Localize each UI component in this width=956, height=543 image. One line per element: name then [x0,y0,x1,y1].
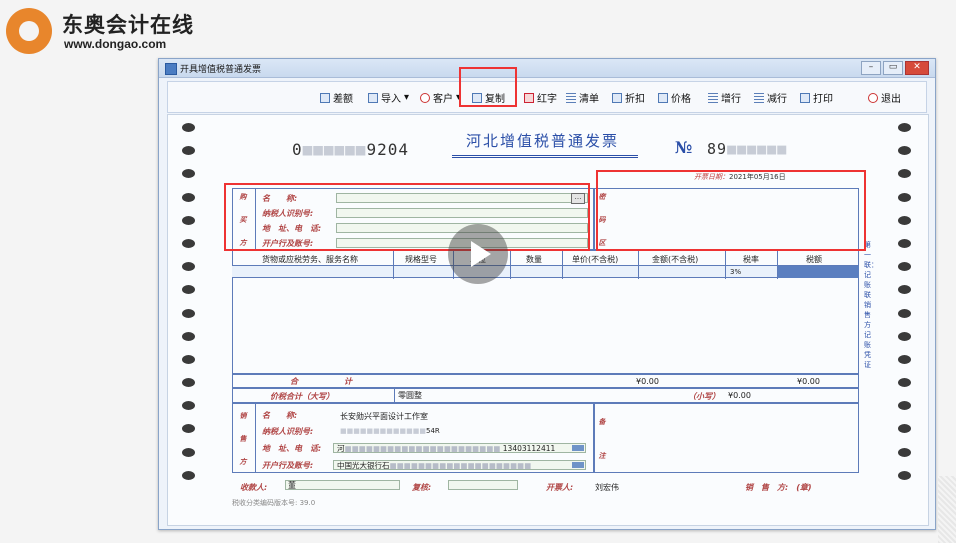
print-label: 打印 [813,94,833,105]
seller-tax-value: ■■■■■■■■■■■■■54R [340,427,440,435]
close-button[interactable]: ✕ [905,61,929,75]
small-label: （小写） [688,392,720,401]
title-bar: 开具增值税普通发票 – ▭ ✕ [159,59,935,78]
price-icon [658,92,668,103]
payee-label: 收款人: [240,483,268,492]
col-qty: 数量 [526,255,542,264]
small-value: ¥0.00 [728,391,751,400]
remove-row-label: 减行 [767,94,787,105]
window-title: 开具增值税普通发票 [180,65,262,75]
print-button[interactable]: 打印 [800,90,833,105]
reviewer-label: 复核: [412,483,432,492]
payee-input[interactable]: 董 [285,480,400,490]
total-label: 合 计 [290,377,362,386]
add-row-label: 增行 [721,94,741,105]
col-price: 单价(不含税) [572,255,619,264]
discount-label: 折扣 [625,94,645,105]
price-label: 价格 [671,94,691,105]
discount-button[interactable]: 折扣 [612,90,645,105]
difference-label: 差额 [333,94,353,105]
customer-icon [420,92,430,103]
exit-label: 退出 [881,94,901,105]
invoice-title: 河北增值税普通发票 [466,132,620,150]
highlight-copy [459,67,517,107]
exit-icon [868,92,878,103]
remove-row-icon [754,92,764,103]
app-icon [165,63,177,75]
remove-row-button[interactable]: 减行 [754,90,787,105]
print-icon [800,92,810,103]
seller-bank-label: 开户行及账号: [262,461,314,470]
seller-name: 长安勋兴平面设计工作室 [340,412,428,421]
price-button[interactable]: 价格 [658,90,691,105]
customer-label: 客户 [433,94,453,105]
col-rate: 税率 [743,255,759,264]
title-underline [452,155,638,158]
logo-mark-icon [6,8,52,54]
col-goods: 货物或应税劳务、服务名称 [262,255,358,264]
total-amount: ¥0.00 [636,377,659,386]
seller-stamp-label: 销 售 方: (章) [745,483,812,492]
restore-button[interactable]: ▭ [883,61,903,75]
discount-icon [612,92,622,103]
drawer-name: 刘宏伟 [595,483,619,492]
list-label: 清单 [579,94,599,105]
customer-button[interactable]: 客户 ▾ [420,90,461,105]
play-icon[interactable] [448,224,508,284]
reviewer-input[interactable] [448,480,518,490]
import-label: 导入 [381,94,401,105]
copy-note: 第一联：记账联 销售方记账凭证 [864,241,878,369]
import-icon [368,92,378,103]
red-invoice-label: 红字 [537,94,557,105]
dropdown-arrow-icon: ▾ [404,92,410,103]
red-invoice-button[interactable]: 红字 [524,90,557,105]
invoice-code: 0■■■■■■9204 [292,140,409,159]
dongao-logo: 东奥会计在线 www.dongao.com [6,5,196,57]
exit-button[interactable]: 退出 [868,90,901,105]
add-row-icon [708,92,718,103]
seller-side-label: 销售方 [239,412,247,466]
col-tax: 税额 [806,255,822,264]
corner-decoration [938,476,956,543]
invoice-number: 89■■■■■■ [707,140,788,158]
import-button[interactable]: 导入 ▾ [368,90,409,105]
list-icon [566,92,576,103]
tax-cell-active[interactable] [777,266,859,278]
minimize-button[interactable]: – [861,61,881,75]
difference-button[interactable]: 差额 [320,90,353,105]
seller-tax-label: 纳税人识别号: [262,427,314,436]
price-tax-label: 价税合计（大写） [270,392,334,401]
remark-area [594,403,859,473]
seller-addr-label: 地 址、电 话: [262,444,322,453]
logo-text: 东奥会计在线 [62,13,194,37]
list-button[interactable]: 清单 [566,90,599,105]
highlight-buyer [224,183,590,251]
red-invoice-icon [524,92,534,103]
seller-bank-select[interactable]: 中国光大银行石■■■■■■■■■■■■■■■■■■■■ [333,460,586,470]
col-spec: 规格型号 [405,255,437,264]
add-row-button[interactable]: 增行 [708,90,741,105]
total-tax: ¥0.00 [797,377,820,386]
version-text: 税收分类编码版本号: 39.0 [232,499,316,507]
logo-url: www.dongao.com [64,37,167,51]
col-amount: 金额(不含税) [652,255,699,264]
right-perforation [898,123,912,494]
price-tax-upper: 零圆整 [398,391,422,400]
left-perforation [182,123,196,494]
drawer-label: 开票人: [546,483,574,492]
seller-name-label: 名 称: [262,411,298,420]
goods-row-selected[interactable] [232,266,859,278]
seller-addr-select[interactable]: 河■■■■■■■■■■■■■■■■■■■■■■ 13403112411 [333,443,586,453]
toolbar: 差额 导入 ▾ 客户 ▾ 复制 红字 清单 折扣 价格 增行 减行 打印 退出 [167,81,927,113]
remark-label: 备注 [598,418,606,460]
highlight-password [596,170,866,251]
rate-cell[interactable]: 3% [730,268,741,276]
grid-icon [320,92,330,103]
invoice-no-label: № [675,138,693,157]
